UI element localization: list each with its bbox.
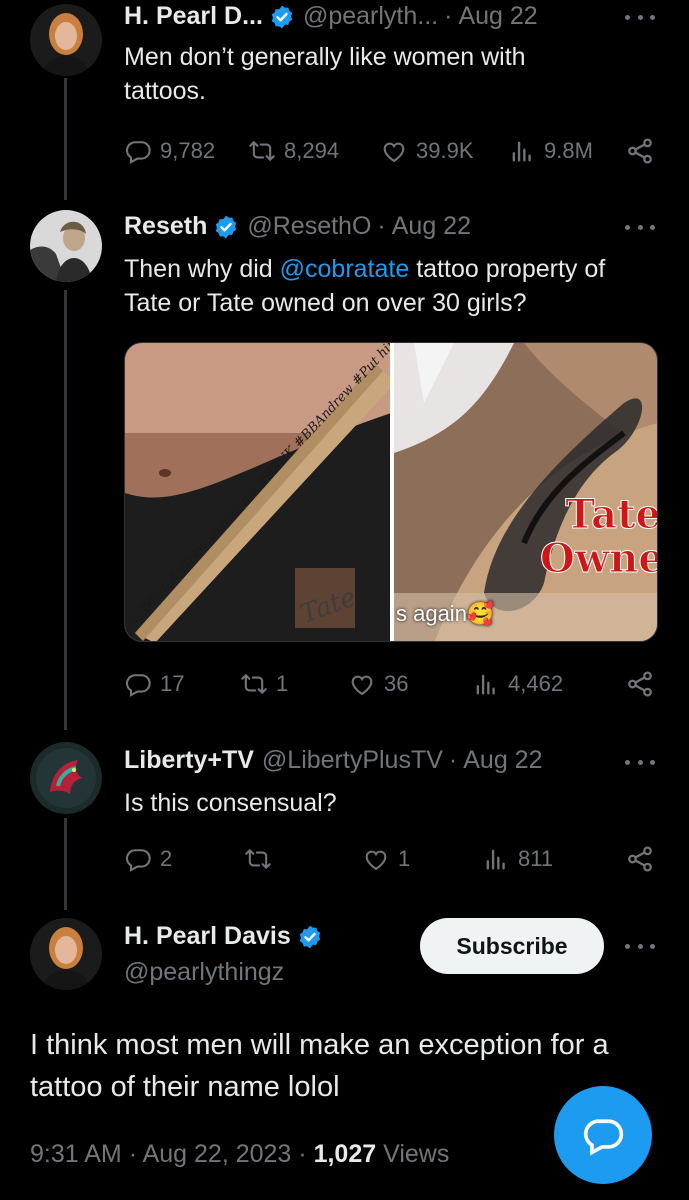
tweet-text: Is this consensual?	[124, 789, 337, 817]
author-name[interactable]: H. Pearl Davis	[124, 922, 291, 951]
separator-dot: ·	[128, 1140, 143, 1168]
compose-reply-icon	[583, 1119, 624, 1156]
views-icon	[482, 845, 510, 873]
views-button[interactable]: 4,462	[472, 670, 563, 698]
author-handle[interactable]: @LibertyPlusTV	[262, 746, 443, 775]
like-count: 1	[398, 846, 411, 871]
reply-icon	[124, 670, 152, 698]
mention-link[interactable]: @cobratate	[280, 255, 410, 283]
media-caption: s again🥰	[395, 601, 495, 626]
thread-line	[64, 290, 67, 730]
share-button[interactable]	[625, 136, 663, 166]
retweet-count: 1	[276, 671, 289, 696]
main-author: H. Pearl Davis	[124, 922, 331, 951]
views-icon	[508, 137, 536, 165]
like-icon	[362, 845, 390, 873]
views-count: 9.8M	[544, 138, 593, 163]
subscribe-button[interactable]: Subscribe	[420, 918, 604, 974]
author-handle[interactable]: @ResethO	[247, 212, 371, 241]
author-handle[interactable]: @pearlyth...	[303, 2, 438, 31]
author-name[interactable]: Liberty+TV	[124, 746, 254, 775]
like-icon	[348, 670, 376, 698]
separator-dot: ·	[444, 2, 453, 30]
compose-reply-button[interactable]	[554, 1086, 652, 1184]
retweet-button[interactable]	[244, 845, 280, 873]
more-icon[interactable]	[625, 757, 655, 767]
tweet-date[interactable]: Aug 22	[458, 2, 537, 31]
tweet-date[interactable]: Aug 22	[392, 212, 471, 241]
views-total[interactable]: 1,027	[314, 1140, 377, 1168]
verified-badge-icon	[213, 214, 239, 240]
tweet-header: Reseth @ResethO · Aug 22	[124, 212, 471, 241]
avatar[interactable]	[30, 210, 102, 282]
avatar[interactable]	[30, 4, 102, 76]
views-label: Views	[383, 1140, 450, 1168]
separator-dot: ·	[377, 212, 386, 240]
reply-count: 17	[160, 671, 185, 696]
separator-dot: ·	[298, 1140, 314, 1168]
share-button[interactable]	[625, 669, 663, 699]
reply-count: 9,782	[160, 138, 216, 163]
verified-badge-icon	[269, 4, 295, 30]
author-name[interactable]: H. Pearl D...	[124, 2, 263, 31]
views-count: 4,462	[508, 671, 564, 696]
thread-line	[64, 818, 67, 910]
views-count: 811	[518, 846, 554, 871]
views-icon	[472, 670, 500, 698]
tweet-header: Liberty+TV @LibertyPlusTV · Aug 22	[124, 746, 542, 775]
reply-icon	[124, 137, 152, 165]
like-button[interactable]: 1	[362, 845, 410, 873]
tweet-text-part: Then why did	[124, 255, 280, 283]
tweet-text: Then why did @cobratate tattoo property …	[124, 252, 644, 320]
media-image-left[interactable]: I ♡ When Andrew spanks me #BBUK #BBAndre…	[125, 343, 390, 641]
main-handle-row: @pearlythingz	[124, 958, 284, 987]
share-icon	[625, 844, 655, 874]
more-icon[interactable]	[625, 12, 655, 22]
tweet-full-date[interactable]: Aug 22, 2023	[143, 1140, 292, 1168]
tweet-metadata: 9:31 AM · Aug 22, 2023 · 1,027 Views	[30, 1140, 449, 1169]
reply-icon	[124, 845, 152, 873]
retweet-icon	[244, 845, 272, 873]
reply-button[interactable]: 17	[124, 670, 184, 698]
reply-button[interactable]: 9,782	[124, 137, 215, 165]
thread-line	[64, 78, 67, 200]
tweet-text: Men don’t generally like women with tatt…	[124, 43, 526, 105]
verified-badge-icon	[297, 924, 323, 950]
retweet-button[interactable]: 1	[240, 670, 288, 698]
like-button[interactable]: 36	[348, 670, 408, 698]
avatar[interactable]	[30, 742, 102, 814]
author-name[interactable]: Reseth	[124, 212, 207, 241]
tweet-media[interactable]: I ♡ When Andrew spanks me #BBUK #BBAndre…	[124, 342, 658, 642]
more-icon[interactable]	[625, 941, 655, 951]
reply-count: 2	[160, 846, 173, 871]
author-handle[interactable]: @pearlythingz	[124, 958, 284, 987]
media-image-right[interactable]: Tate Owne s again🥰	[393, 343, 657, 641]
retweet-button[interactable]: 8,294	[248, 137, 339, 165]
like-count: 36	[384, 671, 409, 696]
separator-dot: ·	[448, 746, 458, 774]
retweet-icon	[248, 137, 276, 165]
media-overlay-text: Tate	[565, 491, 657, 539]
like-count: 39.9K	[416, 138, 474, 163]
share-icon	[625, 136, 655, 166]
views-button[interactable]: 9.8M	[508, 137, 593, 165]
tweet-header: H. Pearl D... @pearlyth... · Aug 22	[124, 2, 538, 31]
share-icon	[625, 669, 655, 699]
like-button[interactable]: 39.9K	[380, 137, 474, 165]
tweet-time[interactable]: 9:31 AM	[30, 1140, 122, 1168]
more-icon[interactable]	[625, 222, 655, 232]
retweet-icon	[240, 670, 268, 698]
views-button[interactable]: 811	[482, 845, 553, 873]
tweet-date[interactable]: Aug 22	[463, 746, 542, 775]
like-icon	[380, 137, 408, 165]
avatar[interactable]	[30, 918, 102, 990]
share-button[interactable]	[625, 844, 663, 874]
reply-button[interactable]: 2	[124, 845, 172, 873]
media-overlay-text: Owne	[539, 535, 657, 583]
retweet-count: 8,294	[284, 138, 340, 163]
main-tweet-text: I think most men will make an exception …	[30, 1029, 609, 1103]
